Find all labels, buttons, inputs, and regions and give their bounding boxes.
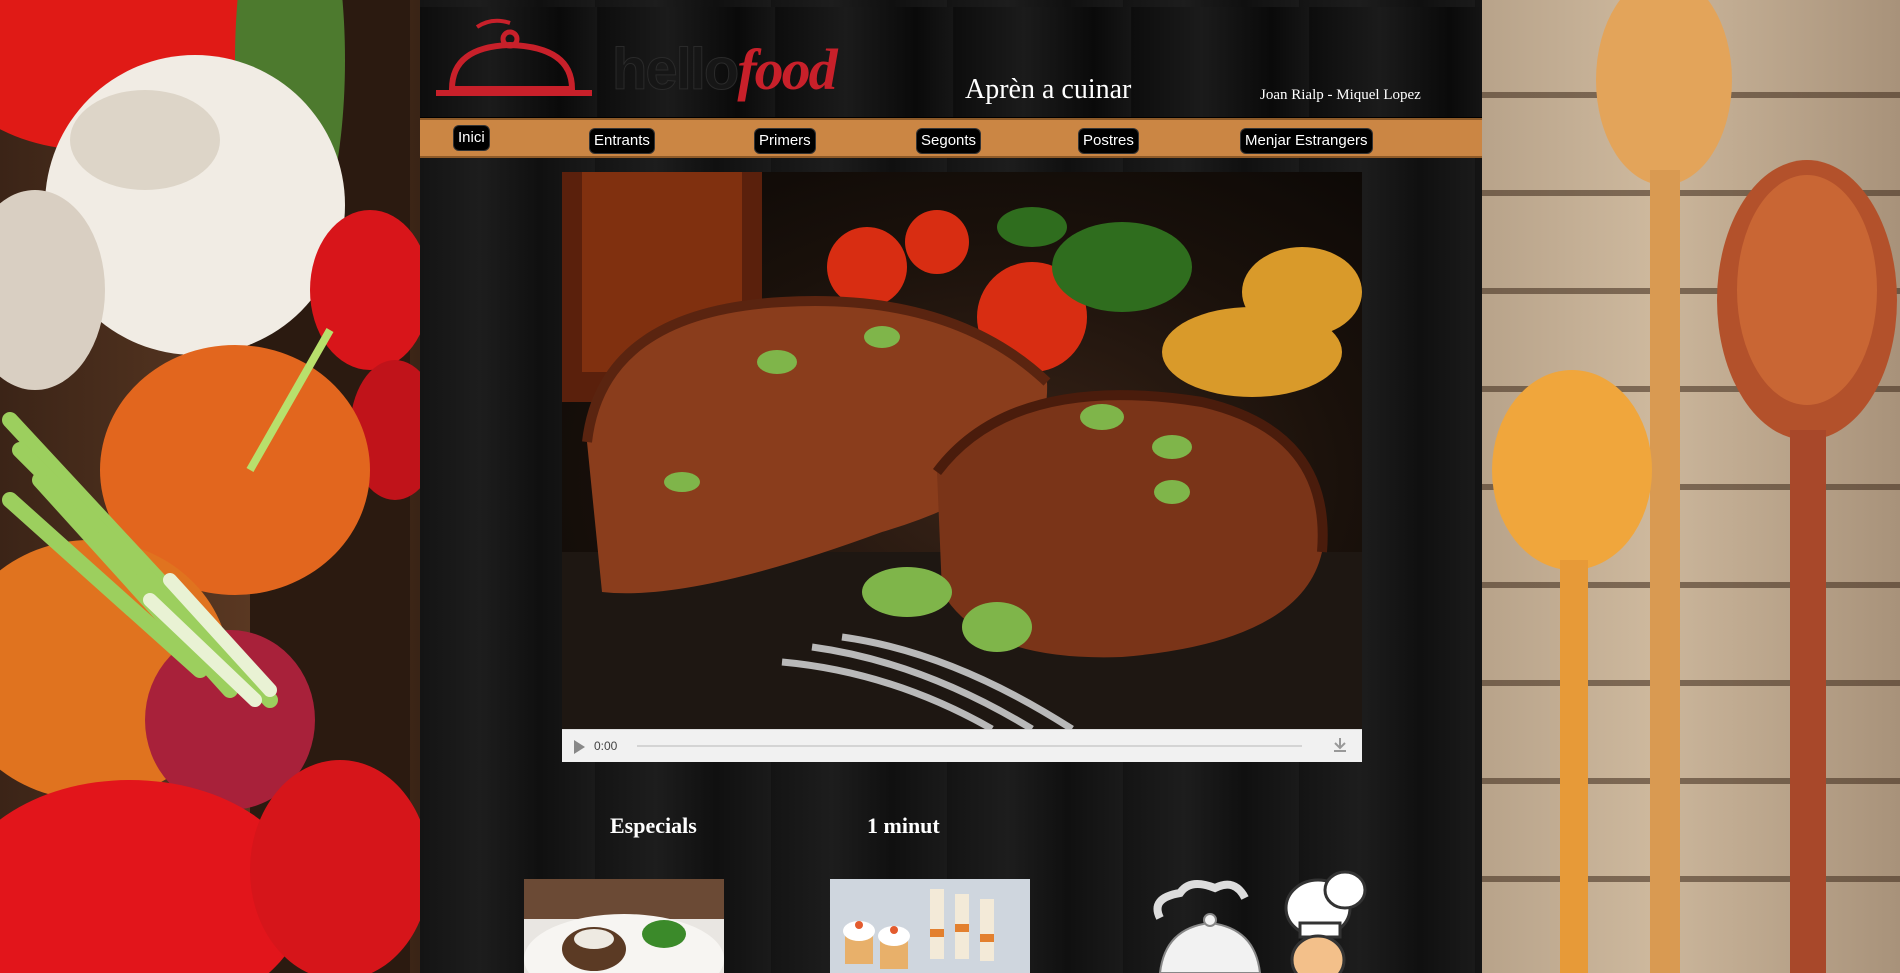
main-nav: Inici Entrants Primers Segonts Postres M… xyxy=(420,118,1482,158)
nav-item-postres[interactable]: Postres xyxy=(1079,129,1138,153)
section-title-especials: Especials xyxy=(610,813,697,838)
nav-item-entrants[interactable]: Entrants xyxy=(590,129,654,153)
cupcakes-image xyxy=(830,879,1030,973)
page-title: Aprèn a cuinar xyxy=(965,74,1132,105)
video-player[interactable]: 0:00 xyxy=(562,172,1362,762)
thumb-1-minut[interactable] xyxy=(830,879,1030,973)
main-panel: hellofood Aprèn a cuinar Joan Rialp - Mi… xyxy=(420,0,1482,973)
video-poster[interactable] xyxy=(562,172,1362,729)
nav-item-menjar-estrangers[interactable]: Menjar Estrangers xyxy=(1241,129,1372,153)
authors-credit: Joan Rialp - Miquel Lopez xyxy=(1260,87,1421,103)
cloche-logo-icon xyxy=(436,18,592,96)
thumb-especials[interactable] xyxy=(524,879,724,973)
logo-wordmark: hellofood xyxy=(611,40,837,99)
site-header: hellofood Aprèn a cuinar Joan Rialp - Mi… xyxy=(420,7,1482,119)
section-title-1-minut: 1 minut xyxy=(867,813,940,838)
site-logo[interactable]: hellofood xyxy=(432,17,952,107)
wooden-spoons-illustration xyxy=(1492,0,1897,973)
download-icon[interactable] xyxy=(1332,736,1348,754)
dessert-image xyxy=(524,879,724,973)
video-time: 0:00 xyxy=(594,739,618,753)
logo-hello: hello xyxy=(611,37,739,102)
logo-food: food xyxy=(737,37,837,102)
play-icon[interactable] xyxy=(574,740,585,754)
nav-item-primers[interactable]: Primers xyxy=(755,129,815,153)
vegetables-illustration xyxy=(0,0,420,973)
video-progress-bar[interactable] xyxy=(637,745,1302,747)
chef-mascot-icon xyxy=(1153,870,1367,973)
background-wooden-spoons xyxy=(1482,0,1900,973)
nav-item-segonts[interactable]: Segonts xyxy=(917,129,981,153)
video-controls: 0:00 xyxy=(562,729,1362,762)
steak-image xyxy=(562,172,1362,729)
background-vegetables xyxy=(0,0,420,973)
nav-item-inici[interactable]: Inici xyxy=(454,126,489,150)
